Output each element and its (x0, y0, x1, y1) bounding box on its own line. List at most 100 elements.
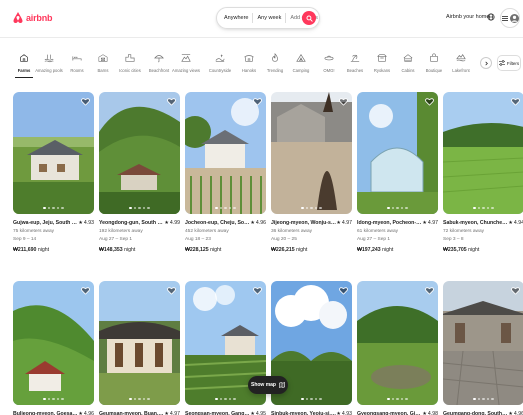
category-lakefront[interactable]: Lakefront (446, 50, 476, 82)
favorite-heart-icon[interactable] (253, 286, 262, 295)
listing-card[interactable]: Gujwa-eup, Jeju, South Korea★4.93 75 kilo… (13, 92, 94, 253)
listing-location: Gujwa-eup, Jeju, South Korea (13, 220, 79, 226)
category-label: Amazing pools (35, 68, 63, 73)
listing-distance: 75 kilometers away (13, 229, 55, 234)
star-icon: ★ (78, 411, 83, 415)
globe-icon[interactable] (487, 13, 495, 21)
favorite-heart-icon[interactable] (511, 286, 520, 295)
listing-photo[interactable] (185, 92, 266, 214)
listing-location: Geumsan-myeon, Buan, South Korea (99, 411, 164, 415)
category-countryside[interactable]: Countryside (205, 50, 235, 82)
filters-icon (498, 60, 505, 66)
favorite-heart-icon[interactable] (425, 97, 434, 106)
category-amazing-views[interactable]: Amazing views (171, 50, 201, 82)
category-camping[interactable]: Camping (286, 50, 316, 82)
favorite-heart-icon[interactable] (511, 97, 520, 106)
photo-pagination-dots (13, 206, 94, 209)
favorite-heart-icon[interactable] (81, 286, 90, 295)
map-icon (279, 382, 285, 388)
listing-info: Yeongdong-gun, South Korea★4.99 192 kilom… (99, 220, 180, 253)
user-menu-button[interactable] (500, 8, 520, 28)
listing-card[interactable]: Sabuk-myeon, Chuncheon, South Korea★4.94… (443, 92, 523, 253)
listing-photo[interactable] (357, 92, 438, 214)
listing-distance: 36 kilometers away (271, 229, 313, 234)
favorite-heart-icon[interactable] (339, 286, 348, 295)
category-beachfront[interactable]: Beachfront (144, 50, 174, 82)
category-amazing-pools[interactable]: Amazing pools (34, 50, 64, 82)
star-icon: ★ (250, 220, 255, 226)
listing-card[interactable]: Gyeongsang-myeon, Gimpo-si, South Korea★… (357, 281, 438, 415)
listing-photo[interactable] (13, 281, 94, 405)
listing-info: Jijeong-myeon, Wonju-si, South Korea★4.9… (271, 220, 352, 253)
search-button[interactable] (302, 11, 316, 25)
listing-photo[interactable] (271, 92, 352, 214)
listing-photo[interactable] (99, 92, 180, 214)
listing-dates: Aug 27 – Sep 1 (357, 237, 391, 242)
favorite-heart-icon[interactable] (167, 286, 176, 295)
star-icon: ★ (508, 411, 513, 415)
category-label: Iconic cities (119, 68, 141, 73)
listing-location: Seongsan-myeon, Gangneung, South Korea (185, 411, 251, 415)
listing-photo-image (443, 92, 523, 214)
listing-price: ₩228,125 night (185, 247, 222, 253)
category-label: Beaches (346, 68, 364, 73)
barn-icon (98, 54, 108, 62)
listing-card[interactable]: Geumsan-myeon, Buan, South Korea★4.97 (99, 281, 180, 415)
listing-card[interactable]: Geumgang-dong, South Korea★4.96 (443, 281, 523, 415)
city-icon (125, 54, 135, 62)
favorite-heart-icon[interactable] (81, 97, 90, 106)
airbnb-logo[interactable]: airbnb (12, 11, 53, 24)
category-label: Lakefront (452, 68, 470, 73)
hanok-icon (244, 55, 254, 62)
category-label: Farms (17, 68, 31, 73)
listing-card[interactable]: Sinbuk-myeon, Yeoju-si, South Korea★4.93 (271, 281, 352, 415)
category-boutique[interactable]: Boutique (419, 50, 449, 82)
listing-card[interactable]: Idong-myeon, Pocheon-si, South Korea★4.9… (357, 92, 438, 253)
search-when[interactable]: Any week (257, 15, 281, 21)
chevron-right-icon (484, 61, 488, 65)
listing-photo[interactable] (99, 281, 180, 405)
listing-dates: Aug 27 – Sep 1 (99, 237, 133, 242)
photo-pagination-dots (443, 397, 523, 400)
show-map-button[interactable]: Show map (248, 376, 288, 394)
listing-info: Gujwa-eup, Jeju, South Korea★4.93 75 kilo… (13, 220, 94, 253)
categories-next-button[interactable] (480, 57, 492, 69)
filters-button[interactable]: Filters (497, 55, 521, 71)
star-icon: ★ (422, 220, 427, 226)
listing-info: Gyeongsang-myeon, Gimpo-si, South Korea★… (357, 411, 438, 415)
favorite-heart-icon[interactable] (425, 286, 434, 295)
host-link[interactable]: Airbnb your home (446, 14, 489, 20)
listing-info: Geumgang-dong, South Korea★4.96 (443, 411, 523, 415)
listing-distance: 452 kilometers away (185, 229, 229, 234)
listing-card[interactable]: Yeongdong-gun, South Korea★4.99 192 kilom… (99, 92, 180, 253)
favorite-heart-icon[interactable] (253, 97, 262, 106)
listing-photo[interactable] (443, 281, 523, 405)
listing-card[interactable]: Buljeong-myeon, Goesan, South Korea★4.96 (13, 281, 94, 415)
search-divider (252, 13, 254, 23)
listing-card[interactable]: Jocheon-eup, Cheju, South Korea★4.96 452 … (185, 92, 266, 253)
listing-location: Sabuk-myeon, Chuncheon, South Korea (443, 220, 509, 226)
search-where[interactable]: Anywhere (224, 15, 248, 21)
category-label: Ryokans (373, 68, 391, 73)
category-label: Amazing views (172, 68, 200, 73)
favorite-heart-icon[interactable] (167, 97, 176, 106)
search-bar[interactable]: Anywhere Any week Add guests (216, 7, 320, 29)
category-beaches[interactable]: Beaches (340, 50, 370, 82)
listing-info: Seongsan-myeon, Gangneung, South Korea★4… (185, 411, 266, 415)
lake-icon (456, 54, 466, 62)
umbrella-icon (154, 55, 164, 63)
favorite-heart-icon[interactable] (339, 97, 348, 106)
category-barns[interactable]: Barns (88, 50, 118, 82)
listing-photo[interactable] (13, 92, 94, 214)
listing-photo[interactable] (443, 92, 523, 214)
listing-photo-image (13, 92, 94, 214)
photo-pagination-dots (357, 397, 438, 400)
listing-location: Jocheon-eup, Cheju, South Korea (185, 220, 250, 226)
search-divider (285, 13, 287, 23)
category-iconic-cities[interactable]: Iconic cities (115, 50, 145, 82)
listing-card[interactable]: Jijeong-myeon, Wonju-si, South Korea★4.9… (271, 92, 352, 253)
cabin-icon (403, 54, 413, 62)
listing-card[interactable]: Seongsan-myeon, Gangneung, South Korea★4… (185, 281, 266, 415)
listing-photo[interactable] (357, 281, 438, 405)
listing-distance: 61 kilometers away (357, 229, 399, 234)
